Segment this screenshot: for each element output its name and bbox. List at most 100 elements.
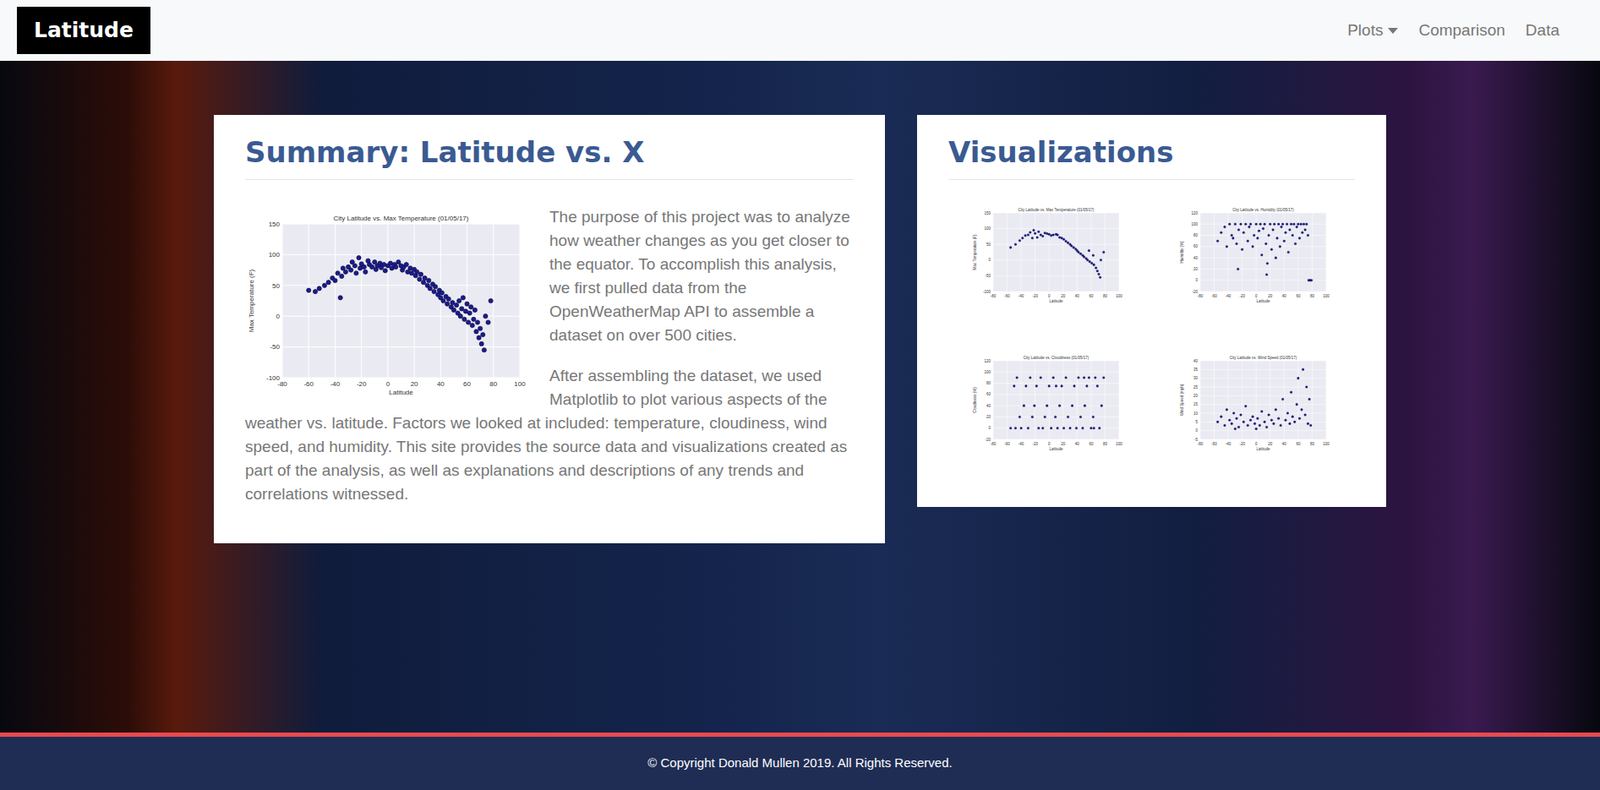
data-point [1302,223,1306,226]
chart-thumbnail[interactable]: -80-60-40-20020406080100-200204060801001… [1179,205,1332,307]
data-point [1032,229,1036,232]
x-tick: -80 [990,442,997,447]
data-point [451,308,456,313]
data-point [1049,234,1053,238]
chart-thumbnail[interactable]: -80-60-40-20020406080100-100-50050100150… [972,205,1125,307]
brand-logo[interactable]: Latitude [16,6,151,55]
y-tick: -20 [1191,289,1198,295]
data-point [1014,427,1017,431]
x-tick: 40 [1075,294,1081,299]
y-tick: 25 [1193,385,1199,390]
data-point [1306,422,1310,426]
grid-line [282,254,520,256]
data-point [1252,234,1256,237]
nav-link-label[interactable]: Comparison [1418,18,1505,44]
data-point [1255,427,1258,431]
data-point [439,290,444,295]
data-point [1060,237,1064,241]
grid-line [1283,212,1285,292]
data-point [480,333,486,338]
grid-line [1200,268,1327,270]
data-point [1284,231,1288,235]
grid-line [1034,360,1036,440]
data-point [457,299,462,304]
data-point [1070,245,1073,248]
data-point [1277,223,1280,226]
data-point [1288,229,1292,232]
caret-icon[interactable] [1387,27,1398,34]
data-point [1039,234,1043,237]
hero: Summary: Latitude vs. X -80-60-40-200204… [0,60,1600,733]
y-tick: 0 [988,425,991,431]
grid-line [282,284,520,286]
y-tick: 100 [1190,222,1198,227]
x-tick: 20 [1060,294,1066,299]
grid-line [1200,212,1202,292]
grid-line [1200,387,1327,388]
data-point [1077,251,1081,254]
data-point [1286,412,1289,416]
data-point [1274,256,1278,260]
data-point [1265,242,1268,246]
nav-link[interactable]: Comparison [1414,13,1508,49]
grid-line [993,212,1120,214]
grid-line [993,259,1120,261]
nav-link[interactable]: Data [1522,13,1563,49]
grid-line [1200,360,1202,440]
data-point [1092,263,1096,267]
y-axis-label: Wind Speed (mph) [1179,383,1185,416]
x-axis-label: Latitude [1048,299,1064,304]
data-point [1278,245,1282,249]
data-point [1230,234,1234,237]
plot-area [282,223,520,378]
data-point [1082,256,1086,259]
data-point [1031,415,1034,419]
grid-line [993,405,1120,407]
data-point [1310,279,1313,283]
x-tick: 20 [410,380,419,388]
grid-line [282,377,520,379]
y-axis-label: Cloudiness (%) [972,387,978,414]
data-point [1259,223,1262,226]
nav-link-label[interactable]: Data [1525,18,1560,44]
data-point [1088,261,1092,264]
x-tick: -20 [356,380,367,388]
data-point [1242,231,1246,235]
data-point [1031,237,1034,241]
chart-thumbnail[interactable]: -80-60-40-20020406080100-200204060801001… [972,353,1125,455]
grid-line [466,223,468,378]
data-point [1235,242,1239,246]
data-point [326,280,331,285]
y-tick: 80 [1193,233,1199,238]
data-point [352,263,357,268]
data-point [1066,415,1070,419]
grid-line [1200,257,1327,259]
grid-line [1200,421,1327,423]
data-point [1298,237,1301,241]
grid-line [1090,212,1092,292]
x-tick: -40 [1018,294,1025,299]
data-point [1298,417,1301,421]
data-point [1096,270,1099,274]
nav-link-label[interactable]: Plots [1347,18,1383,44]
grid-line [1200,413,1327,415]
nav-link[interactable]: Plots [1343,13,1402,49]
x-tick: -80 [990,294,997,299]
x-tick: 60 [1088,442,1094,447]
grid-line [1213,212,1215,292]
data-point [361,265,366,270]
x-tick: 100 [1115,294,1123,299]
data-point [1033,232,1037,235]
x-tick: 80 [489,380,497,388]
grid-line [1062,212,1064,292]
data-point [1242,420,1246,424]
data-point [472,308,477,313]
x-axis-label: Latitude [1048,447,1064,452]
chart-title: City Latitude vs. Humidity (01/05/17) [1232,207,1295,213]
y-tick: 20 [986,415,992,420]
data-point [1018,240,1022,243]
data-point [1220,231,1224,235]
x-tick: -80 [1197,442,1204,447]
data-point [1245,405,1248,409]
chart-thumbnail[interactable]: -80-60-40-20020406080100-505101520253035… [1179,353,1332,455]
